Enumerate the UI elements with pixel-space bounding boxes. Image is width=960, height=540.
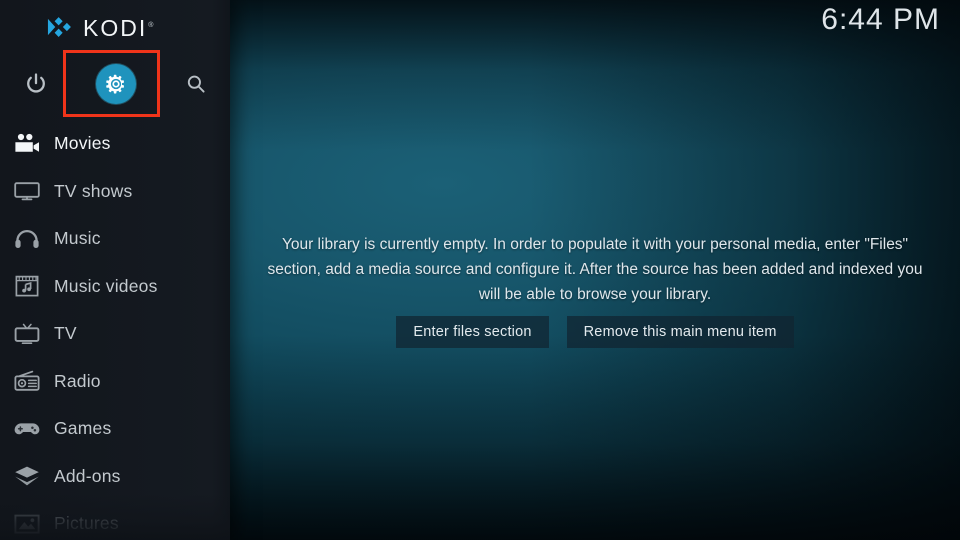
kodi-wordmark: KODI® [83, 14, 154, 41]
settings-button-circle [96, 64, 136, 104]
sidebar-menu: Movies TV shows Music Music videos TV Ra… [0, 120, 230, 540]
power-button[interactable] [2, 50, 70, 118]
sidebar-item-pictures[interactable]: Pictures [0, 500, 230, 540]
open-box-icon [10, 462, 44, 490]
sidebar-item-movies[interactable]: Movies [0, 120, 230, 168]
sidebar-item-label: TV shows [54, 180, 133, 201]
movie-camera-icon [10, 130, 44, 158]
retro-tv-icon [10, 320, 44, 348]
sidebar-item-tv-shows[interactable]: TV shows [0, 168, 230, 216]
sidebar-item-add-ons[interactable]: Add-ons [0, 453, 230, 501]
sidebar: KODI® Movies TV shows Music Music videos… [0, 0, 230, 540]
clock: 6:44 PM [821, 3, 940, 36]
sidebar-item-label: Music [54, 228, 101, 249]
kodi-home-screen: Your library is currently empty. In orde… [0, 0, 960, 540]
settings-button[interactable] [82, 50, 150, 118]
search-button[interactable] [162, 50, 230, 118]
kodi-logo-mark [47, 17, 71, 37]
tv-monitor-icon [10, 177, 44, 205]
sidebar-item-label: Add-ons [54, 465, 121, 486]
sidebar-item-radio[interactable]: Radio [0, 358, 230, 406]
action-button-row: Enter files section Remove this main men… [230, 316, 960, 348]
radio-icon [10, 367, 44, 395]
gamepad-icon [10, 415, 44, 443]
picture-icon [10, 510, 44, 538]
trademark-symbol: ® [148, 21, 154, 29]
search-icon [187, 75, 205, 93]
sidebar-item-games[interactable]: Games [0, 405, 230, 453]
sidebar-item-tv[interactable]: TV [0, 310, 230, 358]
sidebar-item-label: Music videos [54, 275, 158, 296]
sidebar-item-label: Pictures [54, 513, 119, 534]
enter-files-section-button[interactable]: Enter files section [396, 316, 549, 348]
headphones-icon [10, 225, 44, 253]
remove-main-menu-item-button[interactable]: Remove this main menu item [566, 316, 794, 348]
main-content: Your library is currently empty. In orde… [230, 0, 960, 540]
empty-library-message: Your library is currently empty. In orde… [267, 236, 923, 303]
gear-icon [106, 74, 125, 94]
film-note-icon [10, 272, 44, 300]
sidebar-item-label: TV [54, 323, 77, 344]
sidebar-item-music[interactable]: Music [0, 215, 230, 263]
power-icon [27, 73, 45, 93]
top-icon-row [0, 50, 230, 118]
sidebar-item-label: Radio [54, 370, 101, 391]
kodi-wordmark-text: KODI [83, 14, 148, 41]
kodi-logo: KODI® [44, 12, 153, 42]
sidebar-item-music-videos[interactable]: Music videos [0, 263, 230, 311]
sidebar-item-label: Games [54, 418, 112, 439]
sidebar-item-label: Movies [54, 133, 111, 154]
